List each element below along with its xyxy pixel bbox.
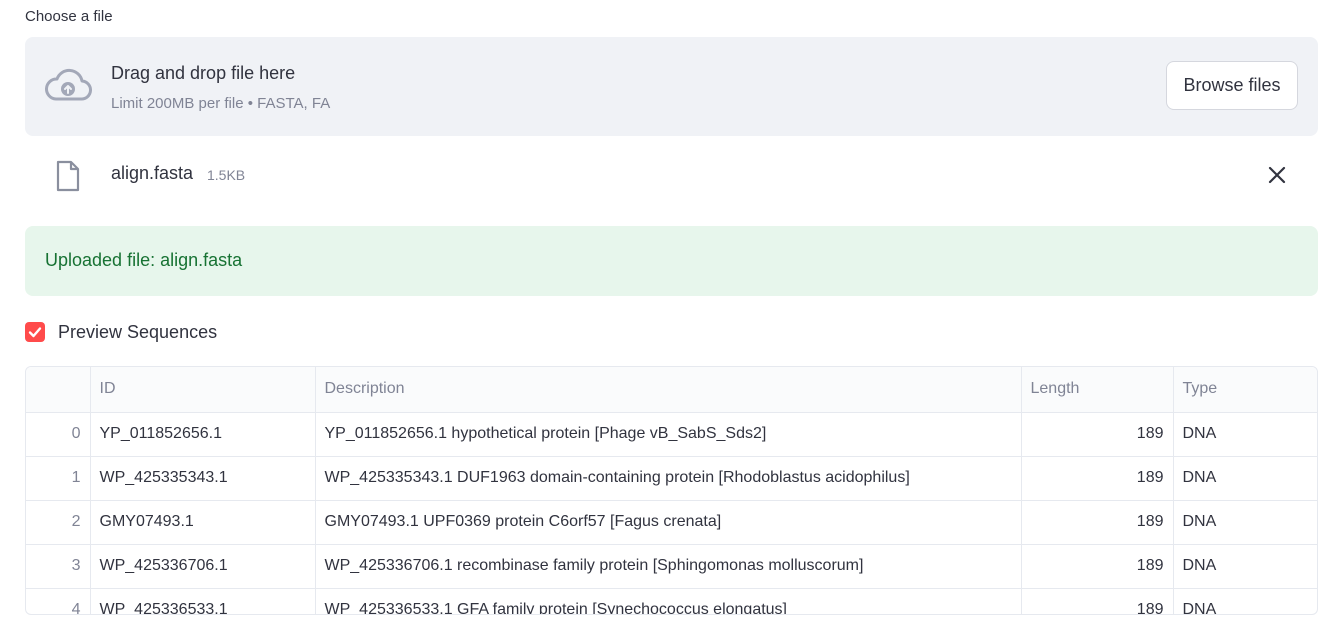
file-dropzone[interactable]: Drag and drop file here Limit 200MB per … bbox=[25, 37, 1318, 136]
cell-description[interactable]: WP_425336706.1 recombinase family protei… bbox=[315, 544, 1022, 589]
dropzone-limit-text: Limit 200MB per file • FASTA, FA bbox=[111, 95, 331, 112]
cell-type[interactable]: DNA bbox=[1173, 456, 1317, 501]
cell-length[interactable]: 189 bbox=[1021, 456, 1174, 501]
cell-type[interactable]: DNA bbox=[1173, 412, 1317, 457]
uploader-label: Choose a file bbox=[25, 8, 113, 25]
cell-description[interactable]: GMY07493.1 UPF0369 protein C6orf57 [Fagu… bbox=[315, 500, 1022, 545]
cell-length[interactable]: 189 bbox=[1021, 500, 1174, 545]
column-header-type[interactable]: Type bbox=[1173, 367, 1317, 413]
cloud-upload-icon bbox=[45, 68, 92, 101]
dropzone-title: Drag and drop file here bbox=[111, 63, 296, 83]
cell-id[interactable]: GMY07493.1 bbox=[90, 500, 316, 545]
table-row[interactable]: 2 GMY07493.1 GMY07493.1 UPF0369 protein … bbox=[26, 500, 1317, 545]
cell-type[interactable]: DNA bbox=[1173, 500, 1317, 545]
close-icon[interactable] bbox=[1266, 164, 1288, 186]
table-header-row: ID Description Length Type bbox=[26, 367, 1317, 413]
table-row[interactable]: 0 YP_011852656.1 YP_011852656.1 hypothet… bbox=[26, 412, 1317, 457]
cell-type[interactable]: DNA bbox=[1173, 544, 1317, 589]
row-index: 1 bbox=[26, 456, 91, 501]
cell-length[interactable]: 189 bbox=[1021, 588, 1174, 614]
cell-description[interactable]: WP_425336533.1 GFA family protein [Synec… bbox=[315, 588, 1022, 614]
cell-id[interactable]: WP_425336706.1 bbox=[90, 544, 316, 589]
row-index: 0 bbox=[26, 412, 91, 457]
preview-sequences-label: Preview Sequences bbox=[58, 321, 218, 342]
column-header-description[interactable]: Description bbox=[315, 367, 1022, 413]
column-header-id[interactable]: ID bbox=[90, 367, 316, 413]
cell-id[interactable]: YP_011852656.1 bbox=[90, 412, 316, 457]
checkmark-icon bbox=[28, 327, 42, 338]
column-header-length[interactable]: Length bbox=[1021, 367, 1174, 413]
cell-id[interactable]: WP_425335343.1 bbox=[90, 456, 316, 501]
table-row[interactable]: 1 WP_425335343.1 WP_425335343.1 DUF1963 … bbox=[26, 456, 1317, 501]
uploaded-file-row: align.fasta 1.5KB bbox=[25, 148, 1318, 202]
row-index: 3 bbox=[26, 544, 91, 589]
sequences-table[interactable]: ID Description Length Type 0 YP_01185265… bbox=[25, 366, 1318, 615]
cell-length[interactable]: 189 bbox=[1021, 544, 1174, 589]
success-alert: Uploaded file: align.fasta bbox=[25, 226, 1318, 296]
preview-sequences-checkbox-row[interactable]: Preview Sequences bbox=[25, 319, 217, 345]
column-header-index[interactable] bbox=[26, 367, 91, 413]
table-row[interactable]: 4 WP_425336533.1 WP_425336533.1 GFA fami… bbox=[26, 588, 1317, 614]
cell-type[interactable]: DNA bbox=[1173, 588, 1317, 614]
success-message: Uploaded file: align.fasta bbox=[45, 250, 243, 270]
row-index: 2 bbox=[26, 500, 91, 545]
cell-description[interactable]: YP_011852656.1 hypothetical protein [Pha… bbox=[315, 412, 1022, 457]
cell-description[interactable]: WP_425335343.1 DUF1963 domain-containing… bbox=[315, 456, 1022, 501]
preview-sequences-checkbox[interactable] bbox=[25, 322, 45, 342]
browse-files-button[interactable]: Browse files bbox=[1166, 61, 1298, 110]
uploaded-file-name: align.fasta bbox=[111, 163, 194, 183]
uploaded-file-size: 1.5KB bbox=[207, 167, 246, 183]
table-row[interactable]: 3 WP_425336706.1 WP_425336706.1 recombin… bbox=[26, 544, 1317, 589]
row-index: 4 bbox=[26, 588, 91, 614]
cell-length[interactable]: 189 bbox=[1021, 412, 1174, 457]
file-icon bbox=[56, 160, 80, 192]
cell-id[interactable]: WP_425336533.1 bbox=[90, 588, 316, 614]
